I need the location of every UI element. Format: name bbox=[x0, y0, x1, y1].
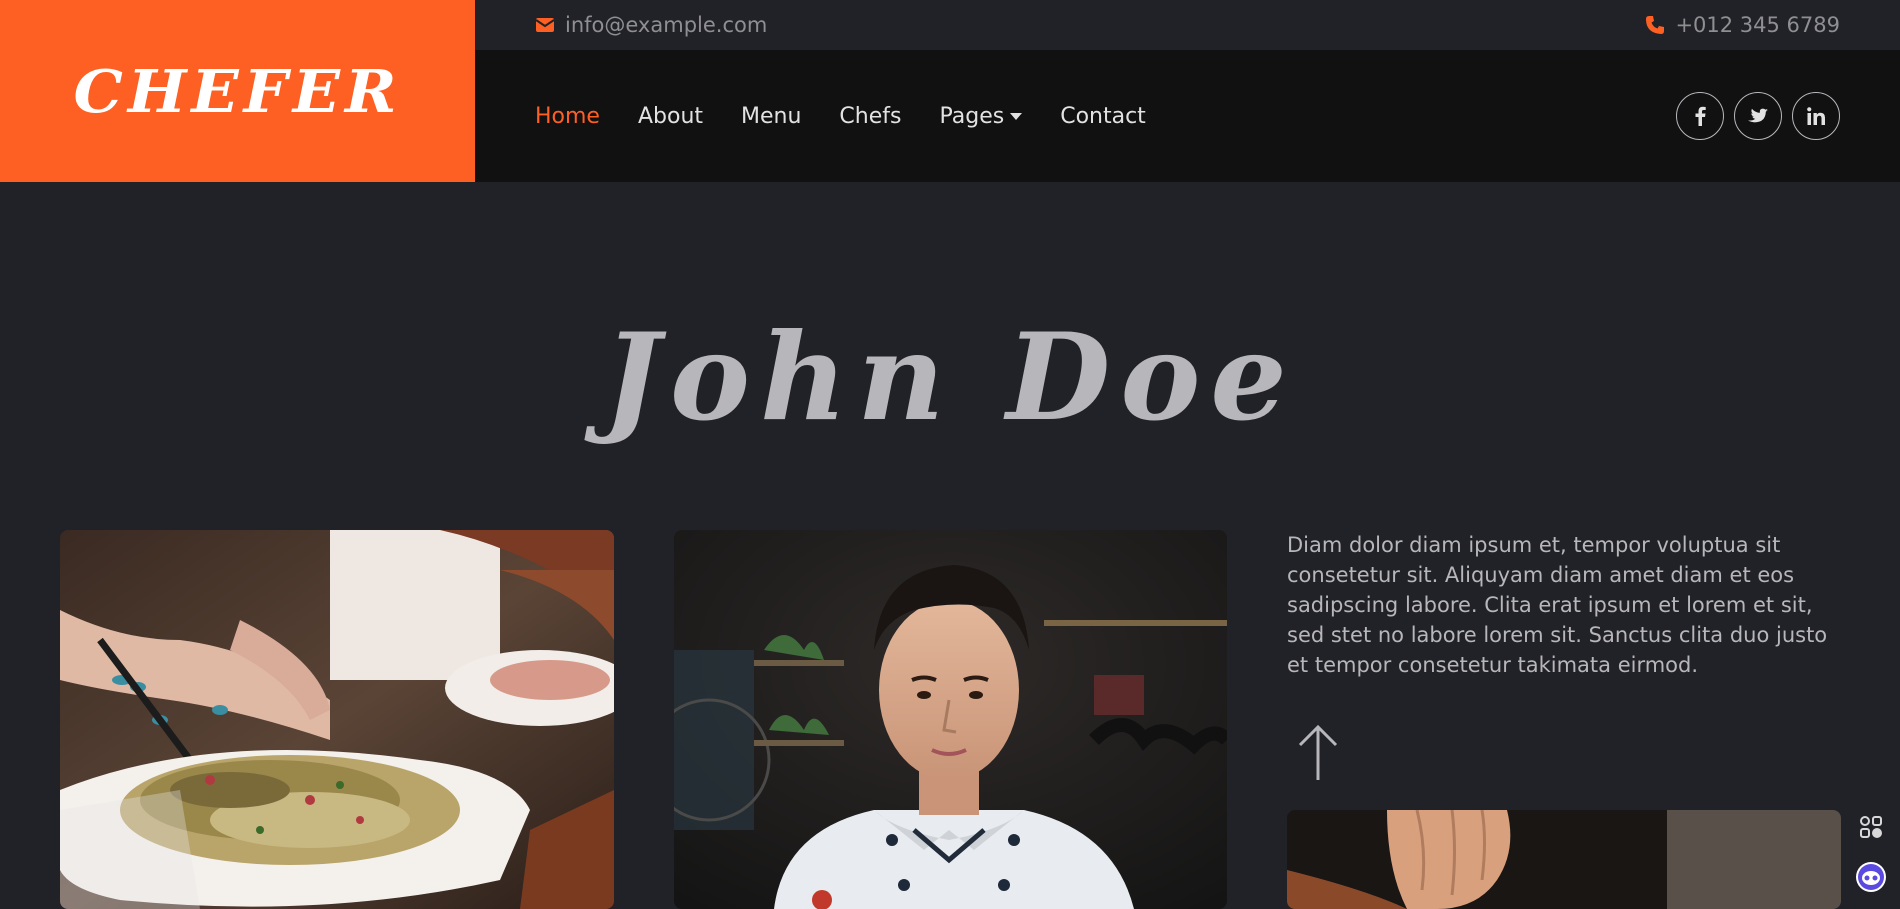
nav-item-pages[interactable]: Pages bbox=[939, 103, 1023, 129]
nav-links: Home About Menu Chefs Pages Contact bbox=[535, 104, 1146, 129]
nav-item-home[interactable]: Home bbox=[535, 104, 600, 129]
envelope-icon bbox=[535, 15, 555, 35]
extension-tool-icon[interactable] bbox=[1856, 812, 1886, 842]
cooking-photo bbox=[1287, 810, 1841, 909]
chef-photo bbox=[674, 530, 1227, 909]
chevron-down-icon bbox=[1010, 112, 1023, 120]
chef-description: Diam dolor diam ipsum et, tempor voluptu… bbox=[1287, 533, 1828, 677]
phone-text: +012 345 6789 bbox=[1675, 13, 1840, 37]
topbar-phone[interactable]: +012 345 6789 bbox=[1645, 13, 1840, 37]
food-photo bbox=[60, 530, 614, 909]
page-title: John Doe bbox=[603, 307, 1297, 448]
phone-icon bbox=[1645, 15, 1665, 35]
main-navbar: Home About Menu Chefs Pages Contact bbox=[475, 50, 1900, 182]
twitter-icon[interactable] bbox=[1734, 92, 1782, 140]
nav-item-about[interactable]: About bbox=[638, 104, 703, 129]
nav-item-label: Home bbox=[535, 103, 600, 129]
email-text: info@example.com bbox=[565, 13, 768, 37]
linkedin-icon[interactable] bbox=[1792, 92, 1840, 140]
nav-item-menu[interactable]: Menu bbox=[741, 104, 801, 129]
nav-item-chefs[interactable]: Chefs bbox=[839, 104, 901, 129]
nav-item-contact[interactable]: Contact bbox=[1060, 104, 1146, 129]
nav-item-label: Chefs bbox=[839, 103, 902, 129]
nav-item-label: Contact bbox=[1060, 103, 1146, 129]
nav-item-label: Menu bbox=[741, 103, 802, 129]
topbar-email[interactable]: info@example.com bbox=[535, 13, 767, 37]
facebook-icon[interactable] bbox=[1676, 92, 1724, 140]
nav-item-label: Pages bbox=[939, 103, 1005, 129]
nav-item-label: About bbox=[637, 103, 704, 129]
topbar: info@example.com +012 345 6789 bbox=[475, 0, 1900, 50]
assistant-bot-icon[interactable] bbox=[1856, 862, 1886, 892]
social-links bbox=[1676, 92, 1840, 140]
brand-logo[interactable]: CHEFER bbox=[0, 0, 475, 182]
arrow-up-icon bbox=[1296, 724, 1340, 782]
brand-name: CHEFER bbox=[73, 56, 402, 126]
